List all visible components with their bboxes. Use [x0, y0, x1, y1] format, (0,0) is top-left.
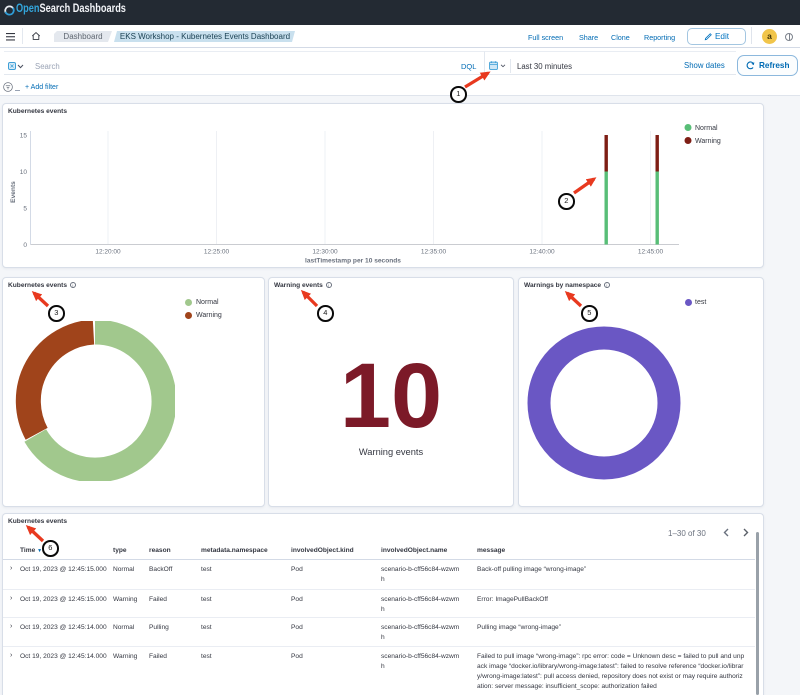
svg-text:10: 10	[20, 169, 28, 176]
svg-text:Events: Events	[10, 181, 17, 203]
svg-text:5: 5	[23, 206, 27, 213]
svg-text:0: 0	[23, 242, 27, 249]
svg-text:Warning: Warning	[695, 138, 721, 145]
svg-text:12:45:00: 12:45:00	[638, 249, 664, 256]
svg-text:12:35:00: 12:35:00	[421, 249, 447, 256]
svg-text:12:40:00: 12:40:00	[529, 249, 555, 256]
svg-text:Normal: Normal	[695, 125, 718, 132]
svg-text:15: 15	[20, 133, 28, 140]
svg-text:lastTimestamp per 10 seconds: lastTimestamp per 10 seconds	[305, 258, 401, 265]
svg-text:12:30:00: 12:30:00	[312, 249, 338, 256]
svg-text:12:25:00: 12:25:00	[204, 249, 230, 256]
svg-text:12:20:00: 12:20:00	[95, 249, 121, 256]
